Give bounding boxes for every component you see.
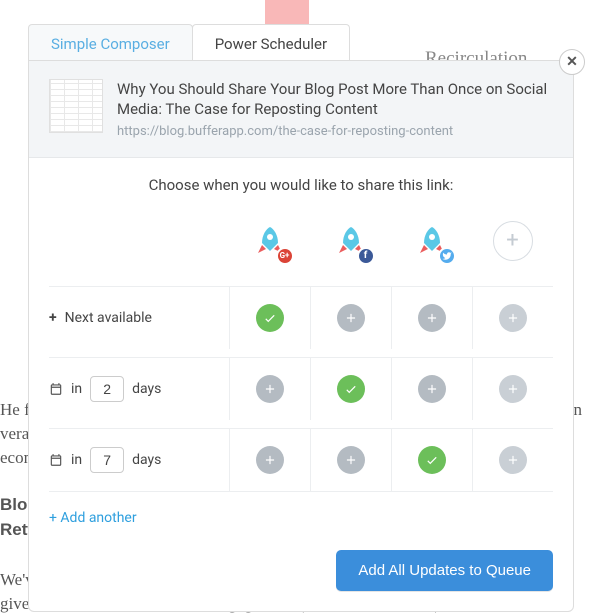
in-label: in xyxy=(71,452,82,468)
row-label-days: in days xyxy=(49,447,229,473)
profile-avatar-twitter[interactable] xyxy=(412,221,452,261)
days-input[interactable] xyxy=(90,376,124,402)
plus-icon: + xyxy=(506,228,518,253)
schedule-grid: G+ f xyxy=(29,210,573,492)
days-input[interactable] xyxy=(90,447,124,473)
bg-highlight xyxy=(265,0,309,24)
slot-toggle[interactable] xyxy=(499,375,527,403)
link-title: Why You Should Share Your Blog Post More… xyxy=(117,79,553,120)
add-profile-button[interactable]: + xyxy=(493,221,533,261)
slot-toggle[interactable] xyxy=(256,304,284,332)
profile-header-row: G+ f xyxy=(49,210,553,272)
slot-toggle[interactable] xyxy=(418,304,446,332)
row-label-days: in days xyxy=(49,376,229,402)
close-button[interactable]: ✕ xyxy=(559,49,585,75)
slot-toggle[interactable] xyxy=(256,446,284,474)
add-all-to-queue-button[interactable]: Add All Updates to Queue xyxy=(336,550,553,591)
in-label: in xyxy=(71,381,82,397)
facebook-badge-icon: f xyxy=(357,247,375,265)
days-label: days xyxy=(132,381,161,397)
link-text: Why You Should Share Your Blog Post More… xyxy=(117,79,553,139)
slot-toggle[interactable] xyxy=(337,304,365,332)
profile-avatar-googleplus[interactable]: G+ xyxy=(250,221,290,261)
profile-cells: G+ f xyxy=(229,210,553,272)
bg-text: vera xyxy=(0,424,29,444)
link-thumbnail xyxy=(49,79,103,133)
modal-footer: Add All Updates to Queue xyxy=(29,526,573,591)
next-available-label: Next available xyxy=(65,310,152,326)
days-label: days xyxy=(132,452,161,468)
time-row-in-days: in days xyxy=(49,428,553,492)
tab-power-scheduler[interactable]: Power Scheduler xyxy=(192,24,350,64)
slot-toggle[interactable] xyxy=(418,446,446,474)
composer-tabs: Simple Composer Power Scheduler xyxy=(28,24,349,64)
googleplus-badge-icon: G+ xyxy=(276,247,294,265)
profile-avatar-facebook[interactable]: f xyxy=(331,221,371,261)
schedule-prompt: Choose when you would like to share this… xyxy=(29,158,573,210)
link-preview-header: Why You Should Share Your Blog Post More… xyxy=(29,61,573,158)
tab-simple-composer[interactable]: Simple Composer xyxy=(28,24,193,64)
twitter-badge-icon xyxy=(438,247,456,265)
time-row-next-available: + Next available xyxy=(49,286,553,349)
plus-icon: + xyxy=(49,310,57,326)
close-icon: ✕ xyxy=(566,54,578,70)
slot-toggle[interactable] xyxy=(499,304,527,332)
slot-toggle[interactable] xyxy=(418,375,446,403)
slot-toggle[interactable] xyxy=(499,446,527,474)
calendar-icon xyxy=(49,453,63,467)
slot-toggle[interactable] xyxy=(337,375,365,403)
calendar-icon xyxy=(49,382,63,396)
row-label-next-available: + Next available xyxy=(49,310,229,326)
time-rows: + Next available in days xyxy=(49,286,553,492)
slot-toggle[interactable] xyxy=(337,446,365,474)
slot-toggle[interactable] xyxy=(256,375,284,403)
add-another-link[interactable]: + Add another xyxy=(29,500,157,526)
power-scheduler-modal: ✕ Why You Should Share Your Blog Post Mo… xyxy=(28,60,574,612)
time-row-in-days: in days xyxy=(49,357,553,420)
link-url: https://blog.bufferapp.com/the-case-for-… xyxy=(117,124,553,139)
